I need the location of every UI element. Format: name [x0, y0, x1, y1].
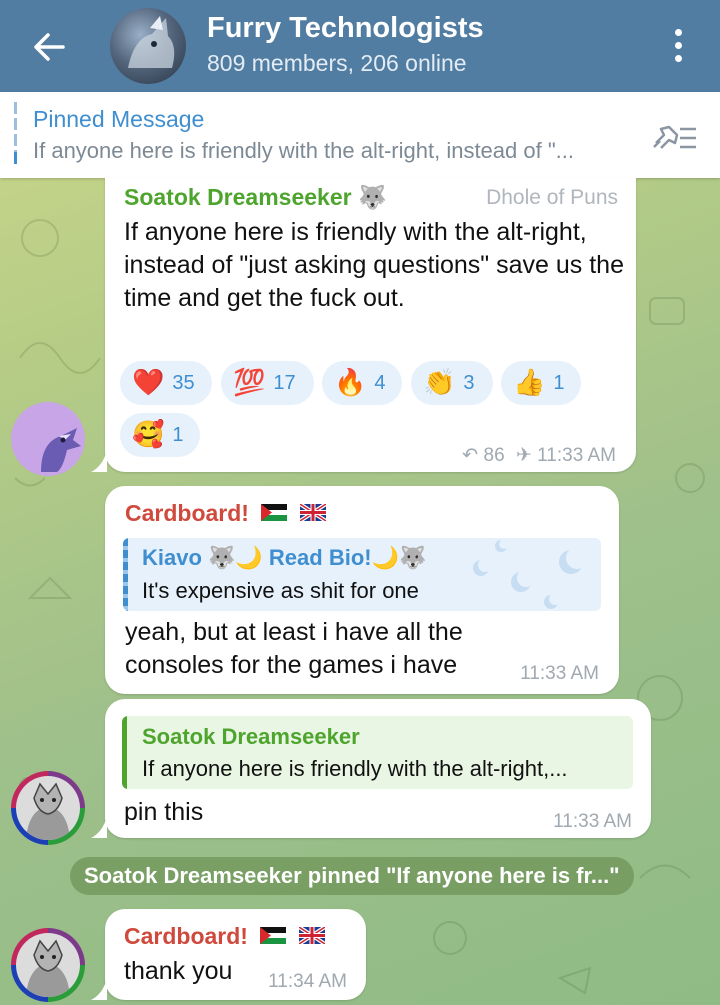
- message-bubble[interactable]: Soatok Dreamseeker If anyone here is fri…: [105, 699, 651, 838]
- arrow-left-icon: [34, 33, 65, 61]
- reaction-count: 3: [463, 371, 475, 394]
- cardboard-avatar[interactable]: [11, 928, 85, 1002]
- dot-icon: [674, 28, 682, 36]
- message-text: yeah, but at least i have all the consol…: [125, 618, 463, 679]
- reaction-thumbs-up[interactable]: 👍 1: [501, 361, 581, 405]
- cardboard-avatar-image: [16, 776, 80, 840]
- message-text: pin this: [124, 798, 204, 826]
- soatok-avatar-image: [41, 428, 81, 472]
- pinned-text: If anyone here is friendly with the alt-…: [33, 138, 574, 163]
- message-bubble[interactable]: Cardboard! thank you 11:34 AM: [105, 909, 366, 1000]
- dot-icon: [674, 41, 682, 49]
- bubble-tail: [91, 450, 107, 472]
- message-time: 11:33 AM: [553, 811, 632, 832]
- reaction-smiling-hearts[interactable]: 🥰 1: [120, 413, 200, 457]
- message-bubble[interactable]: Cardboard! Kiavo 🐺🌙 Read Bio!🌙🐺 It's exp…: [105, 486, 619, 694]
- share-icon: ↶: [462, 444, 479, 466]
- reply-author: Kiavo 🐺🌙 Read Bio!🌙🐺: [142, 545, 427, 570]
- wolf-icon: 🐺: [357, 185, 387, 211]
- group-avatar-image: [128, 16, 175, 68]
- thumbs-up-icon: 👍: [513, 368, 546, 398]
- sender-name: Soatok Dreamseeker: [124, 184, 352, 210]
- reply-author: Soatok Dreamseeker: [142, 724, 360, 749]
- message-time: 11:34 AM: [268, 971, 347, 992]
- heart-icon: ❤️: [132, 368, 165, 398]
- forward-count: 86: [483, 445, 505, 466]
- pinned-icon: ✈: [515, 444, 532, 466]
- palestine-flag-icon: [261, 504, 288, 522]
- message-sender[interactable]: Cardboard!: [125, 500, 326, 527]
- reply-accent-bar: [123, 538, 128, 611]
- more-options-button[interactable]: [660, 22, 696, 68]
- smiling-face-hearts-icon: 🥰: [132, 420, 165, 450]
- reply-text: It's expensive as shit for one: [142, 578, 419, 603]
- reaction-count: 4: [374, 371, 386, 394]
- reaction-count: 35: [172, 371, 195, 394]
- chat-header: Furry Technologists 809 members, 206 onl…: [0, 0, 720, 92]
- reaction-count: 17: [273, 371, 296, 394]
- soatok-avatar[interactable]: [11, 402, 85, 476]
- reaction-count: 1: [553, 371, 565, 394]
- sender-name: Cardboard!: [124, 923, 248, 949]
- message-sender[interactable]: Cardboard!: [124, 923, 325, 950]
- reply-quote[interactable]: Soatok Dreamseeker If anyone here is fri…: [122, 716, 633, 789]
- reaction-clap[interactable]: 👏 3: [411, 361, 493, 405]
- dot-icon: [674, 54, 682, 62]
- pinned-indicator: [14, 102, 17, 164]
- clap-icon: 👏: [423, 368, 456, 398]
- message-time: 11:33 AM: [520, 663, 599, 684]
- moon-stars-pattern: [473, 539, 588, 609]
- hundred-icon: 💯: [233, 368, 266, 398]
- cardboard-avatar-image: [16, 933, 80, 997]
- reply-quote[interactable]: Kiavo 🐺🌙 Read Bio!🌙🐺 It's expensive as s…: [123, 538, 601, 611]
- reply-accent-bar: [122, 716, 127, 789]
- message-time: 11:33 AM: [537, 445, 616, 466]
- group-avatar[interactable]: [110, 8, 186, 84]
- message-sender[interactable]: Soatok Dreamseeker 🐺: [124, 184, 387, 211]
- back-button[interactable]: [26, 24, 72, 70]
- message-bubble[interactable]: Soatok Dreamseeker 🐺 Dhole of Puns If an…: [105, 178, 636, 472]
- reaction-fire[interactable]: 🔥 4: [322, 361, 402, 405]
- pinned-list-icon[interactable]: [650, 117, 700, 157]
- service-message[interactable]: Soatok Dreamseeker pinned "If anyone her…: [70, 857, 634, 895]
- reaction-heart[interactable]: ❤️ 35: [120, 361, 212, 405]
- reaction-count: 1: [172, 423, 184, 446]
- bubble-tail: [91, 978, 107, 1000]
- uk-flag-icon: [299, 504, 326, 522]
- reaction-hundred[interactable]: 💯 17: [221, 361, 314, 405]
- member-rank: Dhole of Puns: [486, 186, 618, 209]
- bubble-tail: [91, 816, 107, 838]
- sender-name: Cardboard!: [125, 500, 249, 526]
- uk-flag-icon: [298, 927, 325, 945]
- cardboard-avatar[interactable]: [11, 771, 85, 845]
- fire-icon: 🔥: [334, 368, 367, 398]
- message-text: If anyone here is friendly with the alt-…: [124, 218, 624, 312]
- message-text: thank you: [124, 957, 233, 985]
- member-count: 809 members, 206 online: [207, 50, 467, 76]
- palestine-flag-icon: [260, 927, 287, 945]
- reply-text: If anyone here is friendly with the alt-…: [142, 756, 568, 781]
- message-meta: ↶ 86 ✈ 11:33 AM: [462, 444, 616, 467]
- chat-title[interactable]: Furry Technologists: [207, 12, 484, 45]
- pinned-title: Pinned Message: [33, 106, 205, 132]
- pinned-message-bar[interactable]: Pinned Message If anyone here is friendl…: [0, 92, 720, 178]
